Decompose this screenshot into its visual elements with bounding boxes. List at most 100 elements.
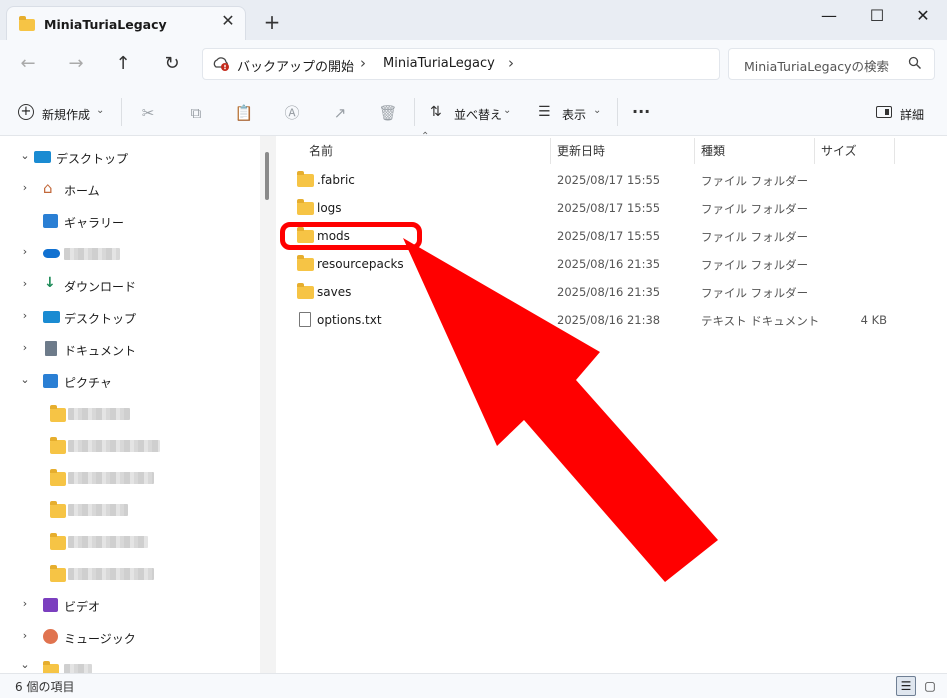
- folder-icon: [50, 405, 66, 422]
- details-button[interactable]: 詳細: [900, 106, 924, 123]
- forward-arrow-icon[interactable]: →: [64, 52, 88, 76]
- sidebar-subfolder[interactable]: [0, 558, 258, 588]
- sidebar-item-desktop-root[interactable]: ⌄ デスクトップ: [0, 142, 258, 172]
- blurred-label: [68, 472, 154, 484]
- column-header-size[interactable]: サイズ: [821, 142, 857, 159]
- sidebar-item-label: ビデオ: [64, 600, 101, 614]
- file-date: 2025/08/16 21:35: [557, 257, 661, 271]
- breadcrumb-item[interactable]: バックアップの開始: [237, 56, 354, 75]
- column-divider[interactable]: [894, 138, 895, 164]
- folder-icon: [43, 661, 59, 673]
- chevron-right-icon[interactable]: ›: [18, 597, 32, 610]
- sidebar-item-gallery[interactable]: ギャラリー: [0, 206, 258, 236]
- table-row[interactable]: saves 2025/08/16 21:35 ファイル フォルダー: [277, 278, 917, 306]
- close-tab-icon[interactable]: ✕: [220, 13, 236, 29]
- minimize-button[interactable]: —: [806, 4, 852, 28]
- column-divider[interactable]: [694, 138, 695, 164]
- back-arrow-icon[interactable]: ←: [16, 52, 40, 76]
- folder-icon: [297, 283, 314, 299]
- file-type: ファイル フォルダー: [701, 174, 809, 188]
- sidebar-subfolder[interactable]: [0, 526, 258, 556]
- sidebar-item-onedrive[interactable]: ›: [0, 238, 258, 268]
- sidebar-item-videos[interactable]: › ビデオ: [0, 590, 258, 620]
- new-button[interactable]: 新規作成: [42, 106, 90, 123]
- maximize-button[interactable]: ☐: [854, 4, 900, 28]
- file-type: ファイル フォルダー: [701, 286, 809, 300]
- breadcrumb-separator-icon: ›: [360, 54, 366, 72]
- more-options-button[interactable]: ···: [632, 102, 650, 121]
- details-view-icon[interactable]: ☰: [896, 676, 916, 696]
- file-name: .fabric: [317, 173, 355, 187]
- sidebar-item-downloads[interactable]: › ↓ ダウンロード: [0, 270, 258, 300]
- view-icon: ☰: [538, 104, 551, 120]
- cut-icon[interactable]: ✂: [138, 103, 158, 123]
- breadcrumb-separator-icon[interactable]: ›: [508, 54, 514, 72]
- sidebar-item-documents[interactable]: › ドキュメント: [0, 334, 258, 364]
- file-date: 2025/08/16 21:38: [557, 313, 661, 327]
- sidebar-item-home[interactable]: › ⌂ ホーム: [0, 174, 258, 204]
- sort-button[interactable]: 並べ替え: [454, 106, 502, 123]
- file-date: 2025/08/17 15:55: [557, 173, 661, 187]
- column-header-date[interactable]: 更新日時: [557, 142, 605, 159]
- gallery-icon: [43, 214, 58, 228]
- chevron-down-icon[interactable]: ⌄: [18, 373, 32, 386]
- sidebar-scrollbar[interactable]: [260, 136, 276, 673]
- search-icon: [908, 56, 922, 70]
- file-name: logs: [317, 201, 342, 215]
- search-placeholder: MiniaTuriaLegacyの検索: [744, 59, 890, 74]
- refresh-icon[interactable]: ↻: [160, 52, 184, 76]
- paste-icon[interactable]: 📋: [234, 103, 254, 123]
- column-header-type[interactable]: 種類: [701, 142, 725, 159]
- view-button[interactable]: 表示: [562, 106, 586, 123]
- sidebar-subfolder[interactable]: [0, 430, 258, 460]
- chevron-right-icon[interactable]: ›: [18, 629, 32, 642]
- delete-icon[interactable]: 🗑: [378, 103, 398, 123]
- sidebar-item-desktop[interactable]: › デスクトップ: [0, 302, 258, 332]
- sidebar-subfolder[interactable]: [0, 398, 258, 428]
- chevron-right-icon[interactable]: ›: [18, 245, 32, 258]
- folder-icon: [50, 565, 66, 582]
- details-pane-icon: [876, 106, 892, 118]
- table-row[interactable]: resourcepacks 2025/08/16 21:35 ファイル フォルダ…: [277, 250, 917, 278]
- folder-icon: [297, 255, 314, 271]
- copy-icon[interactable]: ⧉: [186, 103, 206, 123]
- chevron-down-icon[interactable]: ⌄: [18, 149, 32, 162]
- breadcrumb-item[interactable]: MiniaTuriaLegacy: [383, 56, 495, 71]
- sidebar-subfolder[interactable]: [0, 494, 258, 524]
- table-row[interactable]: .fabric 2025/08/17 15:55 ファイル フォルダー: [277, 166, 917, 194]
- file-name: options.txt: [317, 313, 382, 327]
- file-name: resourcepacks: [317, 257, 404, 271]
- blurred-label: [68, 408, 130, 420]
- rename-icon[interactable]: Ⓐ: [282, 103, 302, 123]
- file-type: ファイル フォルダー: [701, 202, 809, 216]
- column-divider[interactable]: [814, 138, 815, 164]
- sidebar-subfolder[interactable]: [0, 462, 258, 492]
- file-date: 2025/08/17 15:55: [557, 229, 661, 243]
- sidebar-item-label: デスクトップ: [56, 152, 129, 166]
- new-tab-button[interactable]: +: [262, 12, 282, 32]
- table-row[interactable]: logs 2025/08/17 15:55 ファイル フォルダー: [277, 194, 917, 222]
- folder-icon: [50, 437, 66, 454]
- sidebar-item-partial[interactable]: ⌄: [0, 654, 258, 673]
- status-bar: [0, 673, 947, 698]
- sidebar-scrollbar-thumb[interactable]: [265, 152, 269, 200]
- sidebar-item-music[interactable]: › ミュージック: [0, 622, 258, 652]
- chevron-right-icon[interactable]: ›: [18, 277, 32, 290]
- chevron-right-icon[interactable]: ›: [18, 341, 32, 354]
- new-plus-icon: +: [18, 104, 34, 120]
- chevron-right-icon[interactable]: ›: [18, 181, 32, 194]
- chevron-right-icon[interactable]: ›: [18, 309, 32, 322]
- highlight-box: [280, 222, 422, 250]
- home-icon: ⌂: [43, 179, 53, 197]
- window-close-button[interactable]: ✕: [900, 4, 946, 28]
- sidebar-item-pictures[interactable]: ⌄ ピクチャ: [0, 366, 258, 396]
- column-divider[interactable]: [550, 138, 551, 164]
- tiles-view-icon[interactable]: ▢: [922, 678, 938, 694]
- share-icon[interactable]: ↗: [330, 103, 350, 123]
- sidebar-item-label: ギャラリー: [64, 216, 125, 230]
- chevron-down-icon[interactable]: ⌄: [18, 658, 32, 671]
- table-row[interactable]: options.txt 2025/08/16 21:38 テキスト ドキュメント…: [277, 306, 917, 334]
- chevron-down-icon: ⌄: [593, 105, 602, 116]
- up-arrow-icon[interactable]: ↑: [111, 52, 135, 76]
- column-header-name[interactable]: 名前: [309, 142, 333, 159]
